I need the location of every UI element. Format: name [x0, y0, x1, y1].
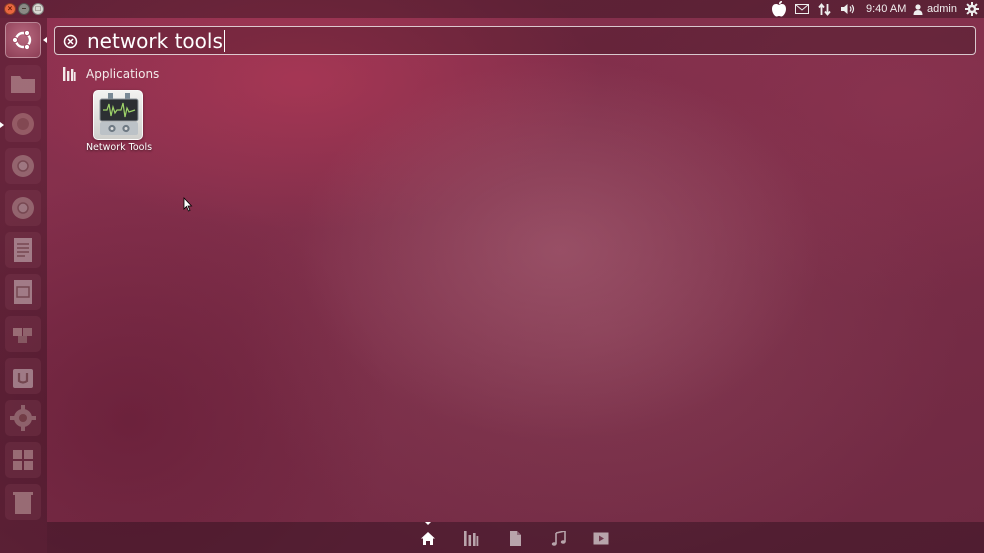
lens-video[interactable]: [593, 530, 609, 546]
shopping-bag-icon: [13, 369, 33, 388]
home-icon: [421, 531, 435, 545]
dash-home-button[interactable]: [5, 22, 41, 58]
running-indicator: [0, 122, 4, 128]
file-icon: [509, 530, 521, 546]
launcher-item-chromium-2[interactable]: [5, 190, 41, 226]
launcher-item-software-center[interactable]: [5, 358, 41, 394]
gear-icon: [10, 405, 36, 431]
search-input-value: network tools: [87, 29, 223, 53]
minimize-window-button[interactable]: –: [18, 3, 30, 15]
launcher-item-writer[interactable]: [5, 232, 41, 268]
mail-icon[interactable]: [795, 0, 809, 18]
lens-music[interactable]: [550, 530, 566, 546]
lens-bar: [47, 522, 984, 553]
apple-indicator-icon[interactable]: [770, 0, 788, 18]
top-panel: × – □ 9:40 AM admin: [0, 0, 984, 18]
music-note-icon: [551, 530, 566, 546]
lens-applications[interactable]: [463, 530, 479, 546]
video-icon: [593, 532, 609, 544]
launcher-item-settings[interactable]: [5, 400, 41, 436]
launcher-item-puzzle[interactable]: [5, 316, 41, 352]
browser-icon: [12, 113, 34, 135]
network-updown-icon[interactable]: [818, 0, 831, 18]
launcher-item-chromium[interactable]: [5, 148, 41, 184]
launcher-item-firefox[interactable]: [5, 106, 41, 142]
search-input[interactable]: network tools: [87, 28, 947, 54]
volume-icon[interactable]: [840, 0, 856, 18]
active-lens-indicator: [425, 522, 431, 525]
lens-files[interactable]: [507, 530, 523, 546]
document-icon: [14, 238, 32, 262]
gear-icon[interactable]: [965, 0, 979, 18]
category-header[interactable]: Applications: [62, 66, 159, 82]
search-bar[interactable]: network tools: [54, 26, 976, 55]
launcher-item-impress[interactable]: [5, 274, 41, 310]
clear-icon[interactable]: [63, 34, 78, 49]
mouse-pointer-icon: [183, 197, 193, 212]
network-tools-icon: [93, 90, 143, 140]
category-label: Applications: [86, 67, 160, 81]
user-icon: [913, 3, 923, 15]
ubuntu-logo-icon: [11, 29, 32, 51]
user-name: admin: [927, 3, 957, 15]
trash-icon: [13, 492, 33, 514]
user-indicator[interactable]: admin: [913, 0, 957, 18]
launcher-item-workspaces[interactable]: [5, 442, 41, 478]
text-cursor: [223, 30, 225, 52]
applications-icon: [464, 530, 479, 546]
launcher: [0, 18, 47, 553]
browser-icon: [12, 197, 34, 219]
result-label: Network Tools: [85, 142, 153, 153]
presentation-icon: [14, 280, 32, 304]
workspace-icon: [13, 450, 33, 470]
browser-icon: [12, 155, 34, 177]
desktop-wallpaper: [0, 0, 984, 553]
clock[interactable]: 9:40 AM: [866, 0, 906, 18]
lens-home[interactable]: [420, 530, 436, 546]
maximize-window-button[interactable]: □: [32, 3, 44, 15]
result-item[interactable]: Network Tools: [82, 90, 156, 156]
dash-active-arrow: [43, 37, 47, 43]
close-window-button[interactable]: ×: [4, 3, 16, 15]
launcher-item-files[interactable]: [5, 65, 41, 101]
applications-icon: [63, 67, 76, 81]
launcher-item-trash[interactable]: [5, 484, 41, 520]
folder-icon: [11, 76, 35, 93]
puzzle-icon: [13, 328, 32, 343]
